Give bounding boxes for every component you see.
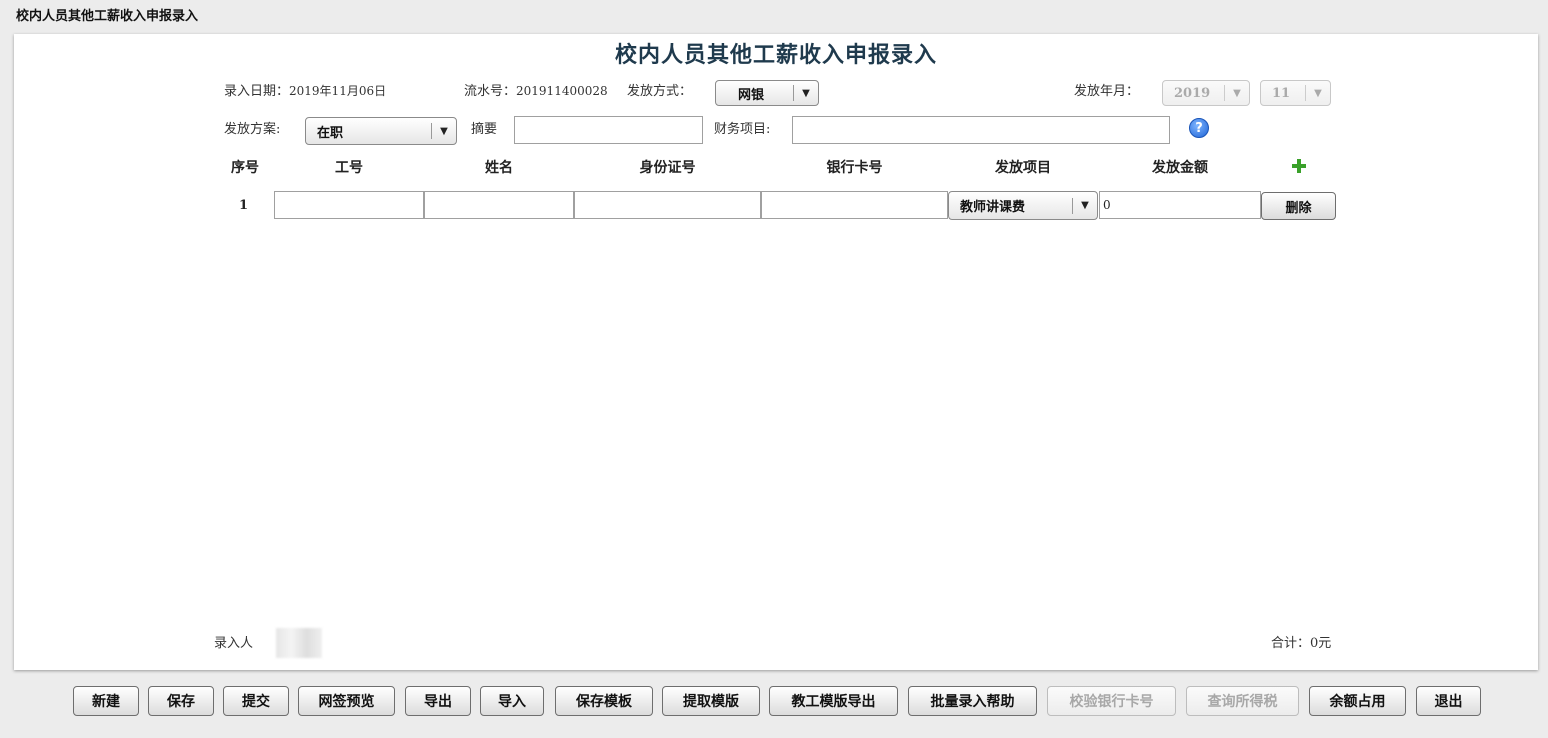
col-header-amount: 发放金额 xyxy=(1152,160,1208,176)
total-label: 合计： xyxy=(1271,636,1311,651)
chevron-down-icon: ▼ xyxy=(793,85,818,101)
pay-month-select[interactable]: 11 ▼ xyxy=(1260,80,1331,106)
new-button[interactable]: 新建 xyxy=(73,686,139,716)
form-panel: 校内人员其他工薪收入申报录入 录入日期：2019年11月06日 流水号：2019… xyxy=(14,34,1538,670)
pay-method-label: 发放方式： xyxy=(627,84,693,99)
staff-template-export-button[interactable]: 教工模版导出 xyxy=(769,686,898,716)
col-header-id-card: 身份证号 xyxy=(639,160,696,176)
serial-value: 201911400028 xyxy=(516,84,608,98)
row-number: 1 xyxy=(239,198,249,213)
col-header-no: 序号 xyxy=(231,160,259,176)
entry-date-value: 2019年11月06日 xyxy=(289,84,387,98)
import-button[interactable]: 导入 xyxy=(480,686,544,716)
id-card-input[interactable] xyxy=(574,191,761,219)
submit-button[interactable]: 提交 xyxy=(223,686,289,716)
serial-number: 流水号：201911400028 xyxy=(464,80,608,99)
sign-preview-button[interactable]: 网签预览 xyxy=(298,686,395,716)
save-button[interactable]: 保存 xyxy=(148,686,214,716)
form-title: 校内人员其他工薪收入申报录入 xyxy=(614,42,937,68)
total-value: 0元 xyxy=(1310,636,1332,651)
query-tax-button[interactable]: 查询所得税 xyxy=(1186,686,1299,716)
entered-by-avatar xyxy=(276,628,322,658)
pay-year-value: 2019 xyxy=(1174,85,1211,101)
col-header-pay-item: 发放项目 xyxy=(995,160,1051,176)
chevron-down-icon: ▼ xyxy=(1224,85,1249,101)
pay-month-label: 发放年月： xyxy=(1074,84,1140,99)
verify-bank-card-button[interactable]: 校验银行卡号 xyxy=(1047,686,1176,716)
bank-card-input[interactable] xyxy=(761,191,948,219)
add-row-plus-icon[interactable] xyxy=(1291,158,1307,174)
entered-by-label: 录入人 xyxy=(214,636,254,651)
help-icon[interactable]: ? xyxy=(1189,118,1209,138)
name-input[interactable] xyxy=(424,191,574,219)
chevron-down-icon: ▼ xyxy=(1305,85,1330,101)
finance-input[interactable] xyxy=(792,116,1170,144)
window-title: 校内人员其他工薪收入申报录入 xyxy=(16,9,199,24)
total: 合计：0元 xyxy=(1271,632,1331,651)
save-template-button[interactable]: 保存模板 xyxy=(555,686,653,716)
chevron-down-icon: ▼ xyxy=(1072,197,1097,214)
delete-row-button[interactable]: 删除 xyxy=(1261,192,1336,220)
export-button[interactable]: 导出 xyxy=(405,686,471,716)
col-header-staff-id: 工号 xyxy=(335,160,363,176)
serial-label: 流水号： xyxy=(464,84,517,99)
chevron-down-icon: ▼ xyxy=(431,123,456,139)
plan-value: 在职 xyxy=(317,125,344,141)
exit-button[interactable]: 退出 xyxy=(1416,686,1481,716)
col-header-name: 姓名 xyxy=(485,160,513,176)
summary-label: 摘要 xyxy=(471,122,498,137)
pay-item-value: 教师讲课费 xyxy=(960,200,1026,215)
batch-entry-help-button[interactable]: 批量录入帮助 xyxy=(908,686,1037,716)
fetch-template-button[interactable]: 提取模版 xyxy=(662,686,760,716)
plan-label: 发放方案: xyxy=(224,122,281,137)
pay-method-select[interactable]: 网银 ▼ xyxy=(715,80,819,106)
pay-method-value: 网银 xyxy=(738,87,765,103)
col-header-bank-card: 银行卡号 xyxy=(826,160,883,176)
balance-use-button[interactable]: 余额占用 xyxy=(1309,686,1406,716)
plan-select[interactable]: 在职 ▼ xyxy=(305,117,457,145)
summary-input[interactable] xyxy=(514,116,703,144)
entry-date-label: 录入日期： xyxy=(224,84,290,99)
pay-item-select[interactable]: 教师讲课费 ▼ xyxy=(948,191,1098,220)
finance-label: 财务项目: xyxy=(714,122,771,137)
entry-date: 录入日期：2019年11月06日 xyxy=(224,80,386,99)
pay-year-select[interactable]: 2019 ▼ xyxy=(1162,80,1250,106)
amount-input[interactable] xyxy=(1099,191,1261,219)
pay-month-value: 11 xyxy=(1272,85,1291,101)
staff-id-input[interactable] xyxy=(274,191,424,219)
